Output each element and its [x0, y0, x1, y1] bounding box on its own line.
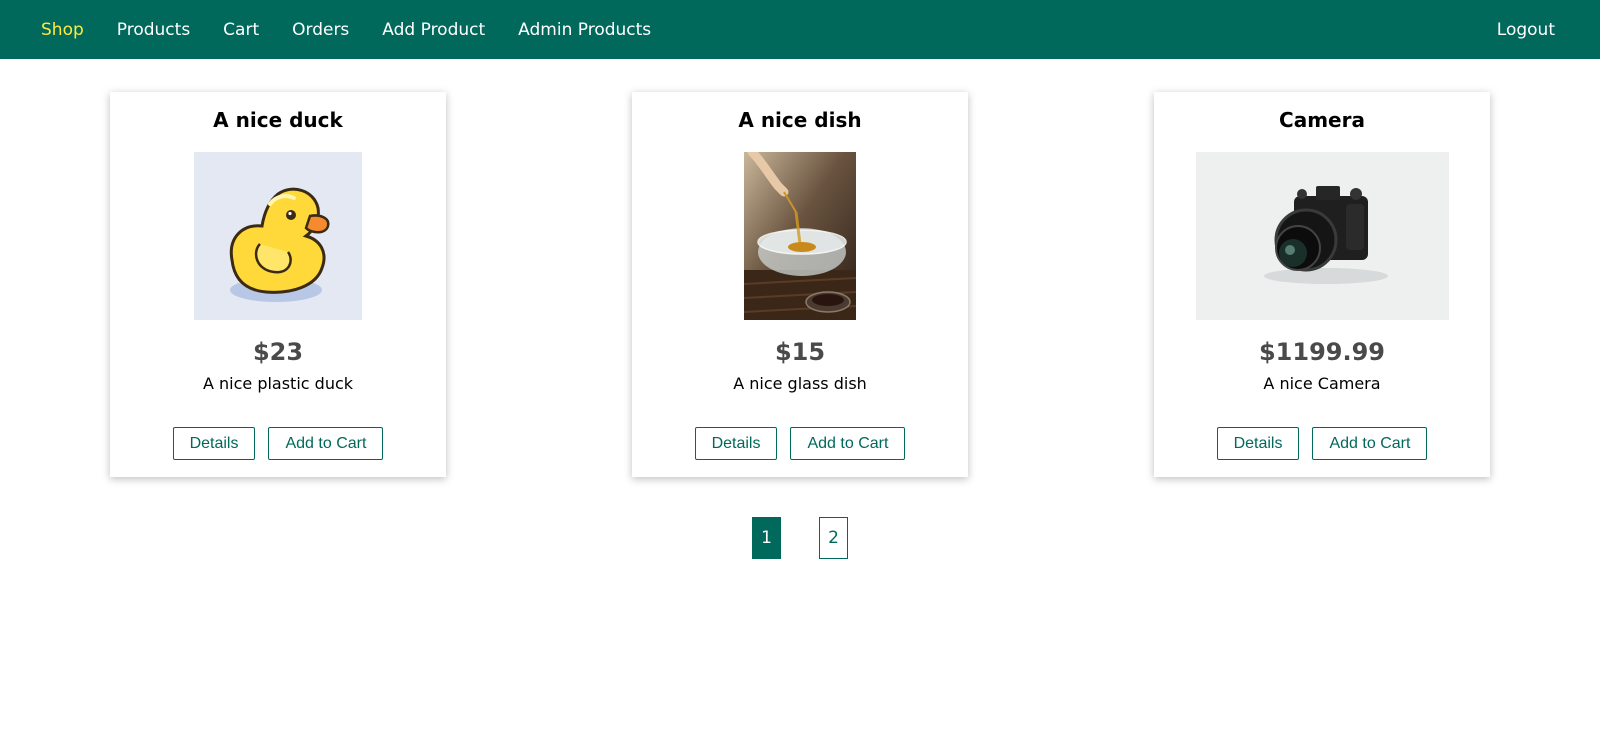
- page-1-button[interactable]: 1: [752, 517, 781, 559]
- camera-photo: [1196, 152, 1449, 320]
- pagination: 1 2: [0, 517, 1600, 559]
- nav-orders[interactable]: Orders: [292, 20, 349, 40]
- product-card: A nice dish $15 A nice glass dish Detail…: [632, 92, 968, 477]
- add-to-cart-button[interactable]: Add to Cart: [790, 427, 906, 460]
- details-button[interactable]: Details: [1216, 427, 1300, 460]
- product-title: Camera: [1279, 108, 1365, 132]
- add-to-cart-button[interactable]: Add to Cart: [1312, 427, 1428, 460]
- product-image-dish: [744, 152, 856, 320]
- product-price: $15: [774, 338, 826, 366]
- product-card: A nice duck $23 A nice plastic duck Deta…: [110, 92, 446, 477]
- dish-photo: [744, 152, 856, 320]
- top-navbar: Shop Products Cart Orders Add Product Ad…: [0, 0, 1600, 59]
- product-image-duck: [194, 152, 362, 320]
- nav-shop[interactable]: Shop: [41, 20, 84, 40]
- product-actions: Details Add to Cart: [110, 427, 446, 460]
- nav-admin-products[interactable]: Admin Products: [518, 20, 651, 40]
- product-description: A nice Camera: [1263, 374, 1381, 393]
- product-card: Camera $1199.99 A nice Camera Details Ad…: [1154, 92, 1490, 477]
- details-button[interactable]: Details: [694, 427, 778, 460]
- details-button[interactable]: Details: [172, 427, 256, 460]
- page-2-button[interactable]: 2: [819, 517, 848, 559]
- nav-add-product[interactable]: Add Product: [382, 20, 485, 40]
- duck-illustration: [194, 152, 362, 320]
- nav-products[interactable]: Products: [117, 20, 190, 40]
- product-actions: Details Add to Cart: [632, 427, 968, 460]
- add-to-cart-button[interactable]: Add to Cart: [268, 427, 384, 460]
- product-image-camera: [1196, 152, 1449, 320]
- product-description: A nice glass dish: [733, 374, 867, 393]
- product-title: A nice duck: [213, 108, 343, 132]
- product-price: $23: [252, 338, 304, 366]
- nav-cart[interactable]: Cart: [223, 20, 259, 40]
- product-price: $1199.99: [1258, 338, 1385, 366]
- product-actions: Details Add to Cart: [1154, 427, 1490, 460]
- product-description: A nice plastic duck: [202, 374, 354, 393]
- main-nav: Shop Products Cart Orders Add Product Ad…: [41, 0, 684, 59]
- logout-button[interactable]: Logout: [1497, 0, 1555, 59]
- product-title: A nice dish: [738, 108, 862, 132]
- product-grid: A nice duck $23 A nice plastic duck Deta…: [0, 92, 1600, 477]
